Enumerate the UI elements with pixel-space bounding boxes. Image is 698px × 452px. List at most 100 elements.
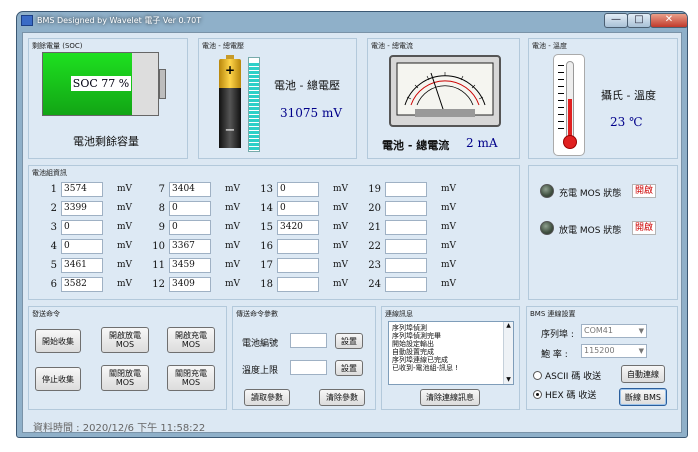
cell-unit: mV [333, 260, 349, 270]
voltage-value: 31075 mV [280, 106, 343, 120]
log-title: 連線訊息 [385, 310, 413, 318]
port-select[interactable]: COM41 ▼ [581, 324, 647, 338]
cell-voltage-field-9[interactable]: 0 [169, 220, 211, 235]
cell-voltage-field-1[interactable]: 3574 [61, 182, 103, 197]
cells-panel: 電池組資訊 1 3574 mV 2 3399 mV 3 0 mV 4 0 mV 5 3461 mV 6 3582… [28, 165, 520, 300]
cell-voltage-field-7[interactable]: 3404 [169, 182, 211, 197]
minimize-button[interactable]: — [604, 13, 628, 28]
close-discharge-mos-button[interactable]: 關閉放電 MOS [101, 365, 149, 391]
commands-panel: 發送命令 開始收集 開啟放電 MOS 開啟充電 MOS 停止收集 關閉放電 MO… [28, 306, 227, 410]
hex-radio[interactable] [533, 390, 542, 399]
stop-collect-button[interactable]: 停止收集 [35, 367, 81, 391]
cell-unit: mV [225, 260, 241, 270]
log-textbox[interactable]: 序列埠偵測 序列埠偵測完畢 開始設定輸出 自動設置完成 序列埠連線已完成 已收到-電池組-… [388, 321, 514, 385]
cell-unit: mV [441, 260, 457, 270]
temp-limit-input[interactable] [290, 360, 327, 375]
close-charge-mos-button[interactable]: 關閉充電 MOS [167, 365, 215, 391]
cell-unit: mV [117, 279, 133, 289]
close-button[interactable]: ✕ [650, 13, 687, 28]
log-line: 開始設定輸出 [392, 340, 434, 348]
cell-voltage-field-20[interactable] [385, 201, 427, 216]
discharge-mos-led [540, 221, 554, 235]
cell-label-1: 1 [50, 184, 57, 195]
cell-unit: mV [117, 203, 133, 213]
open-discharge-mos-button[interactable]: 開啟放電 MOS [101, 327, 149, 353]
cell-voltage-field-3[interactable]: 0 [61, 220, 103, 235]
cell-label-23: 23 [368, 260, 381, 271]
cell-unit: mV [333, 279, 349, 289]
disconnect-bms-button[interactable]: 斷線 BMS [619, 388, 667, 406]
cell-label-24: 24 [368, 279, 381, 290]
scroll-down-icon[interactable]: ▼ [504, 376, 513, 384]
cell-label-18: 18 [260, 279, 273, 290]
charge-mos-state: 開啟 [632, 184, 657, 198]
chevron-down-icon: ▼ [638, 327, 644, 335]
cell-voltage-field-8[interactable]: 0 [169, 201, 211, 216]
cell-voltage-field-17[interactable] [277, 258, 319, 273]
cell-voltage-field-24[interactable] [385, 277, 427, 292]
temperature-panel: 電池 - 溫度 攝氏 - 溫度 23 ℃ [528, 38, 678, 159]
client-area: 剩餘電量 (SOC) SOC 77 % 電池剩餘容量 電池 - 總電壓 + − … [22, 32, 682, 434]
discharge-mos-label: 放電 MOS 狀態 [559, 226, 622, 236]
cell-label-22: 22 [368, 241, 381, 252]
cell-label-8: 8 [158, 203, 165, 214]
params-panel: 傳送命令參數 電池編號 設置 溫度上限 設置 讀取參數 清除參數 [232, 306, 376, 410]
cell-unit: mV [117, 260, 133, 270]
cell-unit: mV [225, 241, 241, 251]
scroll-up-icon[interactable]: ▲ [504, 322, 513, 330]
current-label: 電池 - 總電流 [382, 139, 450, 152]
cell-label-4: 4 [50, 241, 57, 252]
title-bar[interactable]: BMS Designed by Wavelet 電子 Ver 0.70T — □… [17, 12, 687, 30]
cell-unit: mV [441, 184, 457, 194]
baud-label: 鮑 率 : [541, 350, 568, 360]
window-title: BMS Designed by Wavelet 電子 Ver 0.70T [37, 16, 202, 25]
cell-label-21: 21 [368, 222, 381, 233]
clear-params-button[interactable]: 清除參數 [319, 389, 365, 406]
ascii-radio[interactable] [533, 371, 542, 380]
cell-label-14: 14 [260, 203, 273, 214]
params-title: 傳送命令參數 [236, 310, 278, 318]
cell-label-11: 11 [152, 260, 165, 271]
cell-voltage-field-15[interactable]: 3420 [277, 220, 319, 235]
cell-label-13: 13 [260, 184, 273, 195]
soc-battery-graphic: SOC 77 % [42, 52, 159, 116]
cell-label-3: 3 [50, 222, 57, 233]
battery-id-input[interactable] [290, 333, 327, 348]
cell-voltage-field-11[interactable]: 3459 [169, 258, 211, 273]
cell-unit: mV [333, 222, 349, 232]
maximize-button[interactable]: □ [627, 13, 651, 28]
start-collect-button[interactable]: 開始收集 [35, 329, 81, 353]
cell-label-20: 20 [368, 203, 381, 214]
log-line: 序列埠偵測 [392, 324, 427, 332]
clear-log-button[interactable]: 清除連線訊息 [420, 389, 480, 406]
cell-voltage-field-21[interactable] [385, 220, 427, 235]
log-line: 序列埠偵測完畢 [392, 332, 441, 340]
battery-id-set-button[interactable]: 設置 [335, 333, 363, 349]
auto-connect-button[interactable]: 自動連線 [621, 365, 665, 383]
cell-voltage-field-18[interactable] [277, 277, 319, 292]
cell-voltage-field-5[interactable]: 3461 [61, 258, 103, 273]
temp-limit-set-button[interactable]: 設置 [335, 360, 363, 376]
cell-voltage-field-19[interactable] [385, 182, 427, 197]
read-params-button[interactable]: 讀取參數 [244, 389, 290, 406]
cell-voltage-field-14[interactable]: 0 [277, 201, 319, 216]
cell-voltage-field-2[interactable]: 3399 [61, 201, 103, 216]
cell-voltage-field-22[interactable] [385, 239, 427, 254]
cell-label-9: 9 [158, 222, 165, 233]
open-charge-mos-button[interactable]: 開啟充電 MOS [167, 327, 215, 353]
voltage-label: 電池 - 總電壓 [274, 79, 340, 92]
cell-voltage-field-6[interactable]: 3582 [61, 277, 103, 292]
log-scrollbar[interactable]: ▲ ▼ [503, 322, 513, 384]
cell-label-5: 5 [50, 260, 57, 271]
cell-voltage-field-4[interactable]: 0 [61, 239, 103, 254]
cell-voltage-field-16[interactable] [277, 239, 319, 254]
cell-unit: mV [225, 222, 241, 232]
baud-select[interactable]: 115200 ▼ [581, 344, 647, 358]
cell-voltage-field-13[interactable]: 0 [277, 182, 319, 197]
soc-display: SOC 77 % [71, 76, 131, 91]
cell-voltage-field-23[interactable] [385, 258, 427, 273]
cell-unit: mV [225, 184, 241, 194]
cell-label-19: 19 [368, 184, 381, 195]
cell-voltage-field-12[interactable]: 3409 [169, 277, 211, 292]
cell-voltage-field-10[interactable]: 3367 [169, 239, 211, 254]
